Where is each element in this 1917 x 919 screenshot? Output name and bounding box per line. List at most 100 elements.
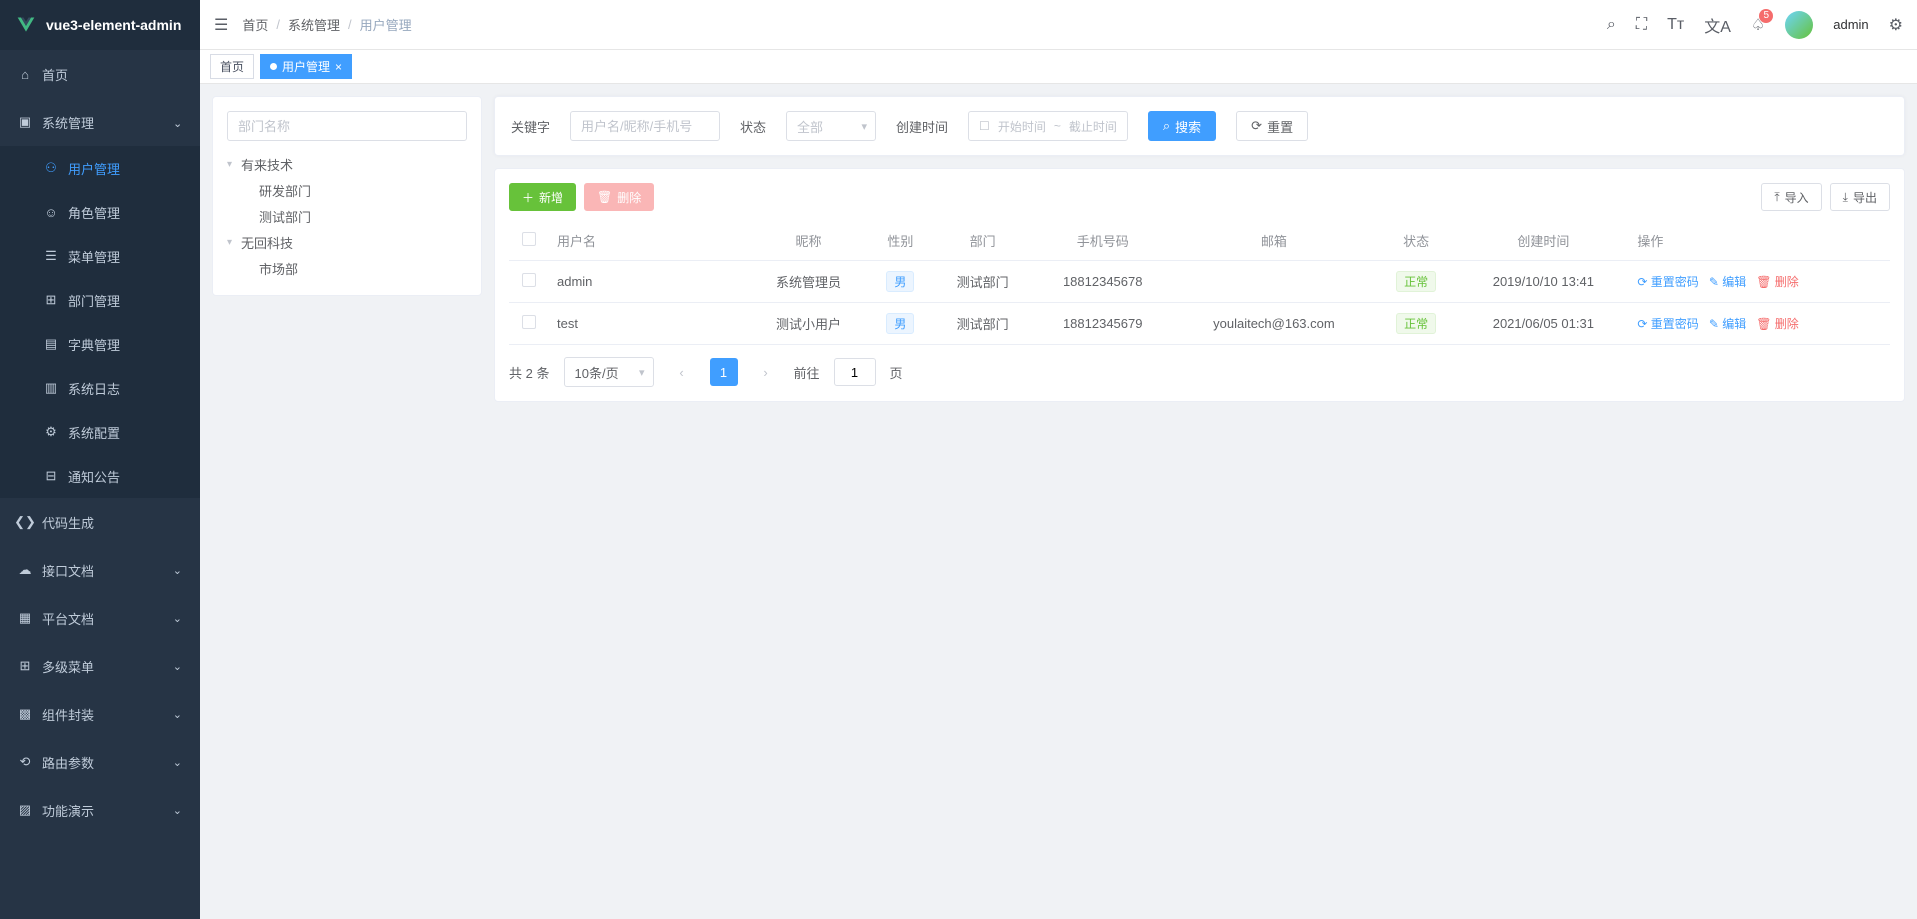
submenu-apidoc[interactable]: ☁接口文档⌄: [0, 546, 200, 594]
tree-label: 市场部: [259, 259, 298, 278]
breadcrumb-item[interactable]: 系统管理: [288, 15, 340, 34]
created-label: 创建时间: [896, 117, 948, 136]
breadcrumb-sep: /: [348, 17, 352, 32]
logo[interactable]: vue3-element-admin: [0, 0, 200, 50]
th-dept: 部门: [933, 221, 1033, 261]
breadcrumb-item[interactable]: 首页: [242, 15, 268, 34]
cell-phone: 18812345679: [1033, 303, 1173, 345]
tag-user-mgmt[interactable]: 用户管理 ×: [260, 54, 352, 79]
tag-label: 用户管理: [282, 58, 330, 75]
calendar-icon: ☐: [979, 119, 990, 133]
date-range-picker[interactable]: ☐ 开始时间 ~ 截止时间: [968, 111, 1128, 141]
sidebar-item-dept-mgmt[interactable]: ⊞部门管理: [0, 278, 200, 322]
plus-icon: ＋: [522, 189, 534, 206]
caret-icon: ▾: [227, 159, 241, 170]
delete-link[interactable]: 🗑 删除: [1756, 273, 1799, 290]
search-button[interactable]: ⌕搜索: [1148, 111, 1216, 141]
cell-ops: ⟳ 重置密码 ✎ 编辑 🗑 删除: [1629, 261, 1890, 303]
reset-pwd-link[interactable]: ⟳ 重置密码: [1637, 273, 1698, 290]
add-button[interactable]: ＋ 新增: [509, 183, 576, 211]
avatar[interactable]: [1785, 11, 1813, 39]
gear-icon[interactable]: ⚙: [1889, 15, 1903, 35]
tree-label: 有来技术: [241, 155, 293, 174]
th-email: 邮箱: [1173, 221, 1375, 261]
btn-label: 导出: [1853, 189, 1877, 206]
dept-tree: ▾有来技术 研发部门 测试部门 ▾无回科技 市场部: [227, 151, 467, 281]
cell-nickname: 系统管理员: [749, 261, 868, 303]
total-text: 共 2 条: [509, 363, 550, 382]
notice-icon: ⊟: [44, 468, 58, 484]
select-all-checkbox[interactable]: [522, 232, 536, 246]
trash-icon: 🗑: [597, 190, 612, 204]
hamburger-icon[interactable]: ☰: [214, 15, 228, 35]
row-checkbox[interactable]: [522, 273, 536, 287]
cell-email: [1173, 261, 1375, 303]
search-icon[interactable]: ⌕: [1607, 16, 1616, 34]
bell-icon[interactable]: ♤5: [1751, 15, 1765, 35]
fullscreen-icon[interactable]: ⛶: [1636, 16, 1647, 34]
sidebar-item-user-mgmt[interactable]: ⚇用户管理: [0, 146, 200, 190]
edit-link[interactable]: ✎ 编辑: [1709, 273, 1746, 290]
refresh-icon: ⟳: [1251, 118, 1262, 134]
goto-label: 前往: [794, 363, 820, 382]
submenu-platformdoc[interactable]: ▦平台文档⌄: [0, 594, 200, 642]
btn-label: 新增: [539, 189, 563, 206]
table-row: admin 系统管理员 男 测试部门 18812345678 正常 2019/1…: [509, 261, 1890, 303]
user-icon: ⚇: [44, 160, 58, 176]
sidebar-item-label: 部门管理: [68, 291, 120, 310]
sidebar-item-home[interactable]: ⌂ 首页: [0, 50, 200, 98]
download-icon: ⤓: [1843, 190, 1848, 205]
tag-home[interactable]: 首页: [210, 54, 254, 79]
range-sep: ~: [1054, 119, 1061, 133]
user-table: 用户名 昵称 性别 部门 手机号码 邮箱 状态 创建时间 操作: [509, 221, 1890, 345]
caret-icon: ▾: [227, 237, 241, 248]
chevron-down-icon: ⌄: [173, 756, 182, 769]
submenu-components[interactable]: ▩组件封装⌄: [0, 690, 200, 738]
sidebar-item-notice[interactable]: ⊟ 通知公告: [0, 454, 200, 498]
import-button[interactable]: ⤒导入: [1761, 183, 1821, 211]
reset-pwd-link[interactable]: ⟳ 重置密码: [1637, 315, 1698, 332]
username[interactable]: admin: [1833, 17, 1868, 32]
submenu-multilevel[interactable]: ⊞多级菜单⌄: [0, 642, 200, 690]
reset-button[interactable]: ⟳ 重置: [1236, 111, 1308, 141]
prev-page-button[interactable]: ‹: [668, 358, 696, 386]
sidebar-item-menu-mgmt[interactable]: ☰菜单管理: [0, 234, 200, 278]
sidebar-item-role-mgmt[interactable]: ☺角色管理: [0, 190, 200, 234]
tree-node[interactable]: ▾有来技术: [227, 151, 467, 177]
submenu-demo[interactable]: ▨功能演示⌄: [0, 786, 200, 834]
close-icon[interactable]: ×: [335, 60, 342, 74]
row-checkbox[interactable]: [522, 315, 536, 329]
delete-link[interactable]: 🗑 删除: [1756, 315, 1799, 332]
route-icon: ⟲: [18, 754, 32, 770]
tree-node[interactable]: ▾无回科技: [227, 229, 467, 255]
fontsize-icon[interactable]: Tᴛ: [1667, 16, 1684, 34]
language-icon[interactable]: 文A: [1704, 13, 1731, 37]
goto-input[interactable]: [834, 358, 876, 386]
btn-label: 重置: [1267, 117, 1293, 136]
next-page-button[interactable]: ›: [752, 358, 780, 386]
delete-button[interactable]: 🗑删除: [584, 183, 654, 211]
page-number[interactable]: 1: [710, 358, 738, 386]
tree-node[interactable]: 测试部门: [245, 203, 467, 229]
tree-label: 测试部门: [259, 207, 311, 226]
sidebar-item-codegen[interactable]: ❮❯代码生成: [0, 498, 200, 546]
th-status: 状态: [1375, 221, 1457, 261]
cell-gender: 男: [868, 261, 933, 303]
page-unit: 页: [890, 363, 903, 382]
sidebar-item-label: 通知公告: [68, 467, 120, 486]
status-select[interactable]: 全部: [786, 111, 876, 141]
edit-link[interactable]: ✎ 编辑: [1709, 315, 1746, 332]
submenu-routeparams[interactable]: ⟲路由参数⌄: [0, 738, 200, 786]
sidebar-item-system-log[interactable]: ▥系统日志: [0, 366, 200, 410]
export-button[interactable]: ⤓ 导出: [1830, 183, 1890, 211]
keyword-input[interactable]: [570, 111, 720, 141]
tree-node[interactable]: 研发部门: [245, 177, 467, 203]
sidebar-item-dict-mgmt[interactable]: ▤字典管理: [0, 322, 200, 366]
role-icon: ☺: [44, 205, 58, 220]
dept-search-input[interactable]: [227, 111, 467, 141]
submenu-system-title[interactable]: ▣ 系统管理 ⌃: [0, 98, 200, 146]
chevron-down-icon: ⌄: [173, 804, 182, 817]
sidebar-item-system-config[interactable]: ⚙系统配置: [0, 410, 200, 454]
pagesize-select[interactable]: 10条/页: [564, 357, 654, 387]
tree-node[interactable]: 市场部: [245, 255, 467, 281]
